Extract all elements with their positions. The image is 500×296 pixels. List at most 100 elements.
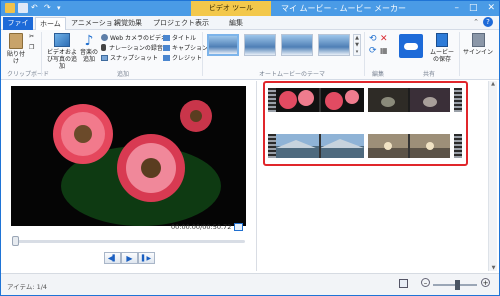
theme-thumbnail[interactable] xyxy=(244,34,276,56)
filmstrip-edge xyxy=(268,88,276,112)
save-quick-icon[interactable] xyxy=(18,3,28,13)
zoom-out-icon[interactable]: – xyxy=(421,278,430,287)
scroll-up-icon[interactable]: ▲ xyxy=(489,81,497,87)
separator xyxy=(41,32,42,76)
window-title: マイ ムービー - ムービー メーカー xyxy=(281,4,407,13)
clipboard-icon xyxy=(9,33,23,49)
film-photo-icon xyxy=(54,33,70,47)
select-all-icon[interactable]: ▦ xyxy=(380,46,388,55)
filmstrip-edge xyxy=(454,134,462,158)
zoom-thumb[interactable] xyxy=(455,280,460,290)
tab-edit[interactable]: 編集 xyxy=(225,17,247,30)
status-bar: アイテム: 1/4 – + xyxy=(1,273,499,295)
themes-group-label: オートムービーのテーマ xyxy=(259,71,326,78)
user-icon xyxy=(471,33,485,47)
ribbon: 貼り付け ✂ ❐ クリップボード ビデオおよび写真の追加 ♪ 音楽の追加 Web… xyxy=(1,30,499,80)
next-frame-button[interactable]: ▌▶ xyxy=(138,252,155,264)
credits-icon xyxy=(163,54,170,61)
theme-thumbnail[interactable] xyxy=(207,34,239,56)
sign-in-label: サインイン xyxy=(463,49,494,56)
credits-button[interactable]: クレジット xyxy=(163,53,202,62)
storyboard-highlight xyxy=(263,81,468,166)
music-note-icon: ♪ xyxy=(84,33,94,49)
separator xyxy=(364,32,365,76)
cut-icon[interactable]: ✂ xyxy=(29,33,34,40)
zoom-in-icon[interactable]: + xyxy=(481,278,490,287)
redo-icon[interactable]: ↷ xyxy=(44,3,54,13)
cloud-icon xyxy=(404,43,418,50)
tab-visual-effects[interactable]: 視覚効果 xyxy=(110,17,146,30)
help-icon[interactable]: ? xyxy=(483,17,493,27)
clip-sunset[interactable] xyxy=(368,134,450,158)
clip-thumbnails xyxy=(276,134,364,158)
narration-label: ナレーションの録音 xyxy=(109,45,163,52)
snapshot-button[interactable]: スナップショット xyxy=(101,53,158,62)
undo-icon[interactable]: ↶ xyxy=(31,3,41,13)
add-music-button[interactable]: ♪ 音楽の追加 xyxy=(80,33,98,63)
tab-file[interactable]: ファイル xyxy=(3,17,33,40)
clip-thumbnails xyxy=(368,134,450,158)
snapshot-label: スナップショット xyxy=(110,55,159,62)
pane-divider[interactable] xyxy=(256,81,257,271)
ribbon-collapse-icon[interactable]: ⌃ xyxy=(473,18,479,26)
previous-frame-button[interactable]: ◀▌ xyxy=(104,252,121,264)
clipboard-group-label: クリップボード xyxy=(7,71,50,78)
title-label: タイトル xyxy=(172,35,197,42)
maximize-icon[interactable]: □ xyxy=(469,3,478,13)
video-tools-context-tab: ビデオ ツール xyxy=(191,1,271,16)
save-movie-label: ムービーの保存 xyxy=(429,49,454,63)
webcam-icon xyxy=(101,34,108,41)
clip-thumbnails xyxy=(276,88,364,112)
webcam-video-button[interactable]: Web カメラのビデオ xyxy=(101,33,167,42)
add-music-label: 音楽の追加 xyxy=(80,49,99,63)
app-icon[interactable] xyxy=(5,3,15,13)
filmstrip-edge xyxy=(454,88,462,112)
timecode: 00:00.00/00:50.72 xyxy=(171,223,232,231)
theme-thumbnail[interactable] xyxy=(318,34,350,56)
onedrive-share-button[interactable] xyxy=(399,34,423,58)
save-movie-icon xyxy=(436,33,448,47)
editing-group-label: 編集 xyxy=(372,71,385,78)
paste-button[interactable]: 貼り付け xyxy=(5,33,27,65)
rotate-right-icon[interactable]: ⟳ xyxy=(369,46,377,56)
scroll-down-icon[interactable]: ▼ xyxy=(489,265,498,271)
separator xyxy=(459,32,460,76)
tab-home[interactable]: ホーム xyxy=(35,17,66,30)
customize-qat-icon[interactable]: ▾ xyxy=(57,3,67,13)
seek-bar[interactable] xyxy=(13,240,245,243)
sign-in-button[interactable]: サインイン xyxy=(463,33,493,56)
add-videos-label: ビデオおよび写真の追加 xyxy=(46,49,77,70)
filmstrip-edge xyxy=(268,134,276,158)
minimize-icon[interactable]: – xyxy=(454,3,459,13)
clip-flowers[interactable] xyxy=(276,88,364,112)
add-videos-photos-button[interactable]: ビデオおよび写真の追加 xyxy=(45,33,79,70)
record-narration-button[interactable]: ナレーションの録音 xyxy=(101,43,163,52)
snapshot-icon xyxy=(101,54,108,61)
video-preview[interactable] xyxy=(11,86,246,226)
flower-image xyxy=(11,86,246,226)
close-icon[interactable]: ✕ xyxy=(487,3,495,13)
clip-thumbnails xyxy=(368,88,450,112)
clip-landscape[interactable] xyxy=(276,134,364,158)
play-button[interactable]: ▶ xyxy=(121,252,138,264)
storyboard-view-icon[interactable] xyxy=(399,279,408,288)
tab-view[interactable]: 表示 xyxy=(191,17,213,30)
separator xyxy=(202,32,203,76)
seek-thumb[interactable] xyxy=(12,236,19,246)
ribbon-tabs: ファイル ホーム アニメーション 視覚効果 プロジェクト 表示 編集 ⌃ ? xyxy=(1,16,499,40)
fullscreen-icon[interactable] xyxy=(234,223,243,231)
rotate-left-icon[interactable]: ⟲ xyxy=(369,34,377,44)
copy-icon[interactable]: ❐ xyxy=(29,44,34,51)
theme-thumbnail[interactable] xyxy=(281,34,313,56)
title-button[interactable]: タイトル xyxy=(163,33,196,42)
save-movie-button[interactable]: ムービーの保存 xyxy=(429,33,455,63)
paste-label: 貼り付け xyxy=(6,51,25,65)
title-icon xyxy=(163,34,170,41)
themes-gallery-scroll[interactable]: ▲ ▼ ▾ xyxy=(353,34,361,56)
storyboard-scrollbar[interactable]: ▲ ▼ xyxy=(488,81,497,271)
item-count: アイテム: 1/4 xyxy=(7,283,48,291)
remove-icon[interactable]: ✕ xyxy=(380,34,388,44)
add-group-label: 追加 xyxy=(117,71,130,78)
clip-bird[interactable] xyxy=(368,88,450,112)
window-controls: – □ ✕ xyxy=(454,3,495,13)
